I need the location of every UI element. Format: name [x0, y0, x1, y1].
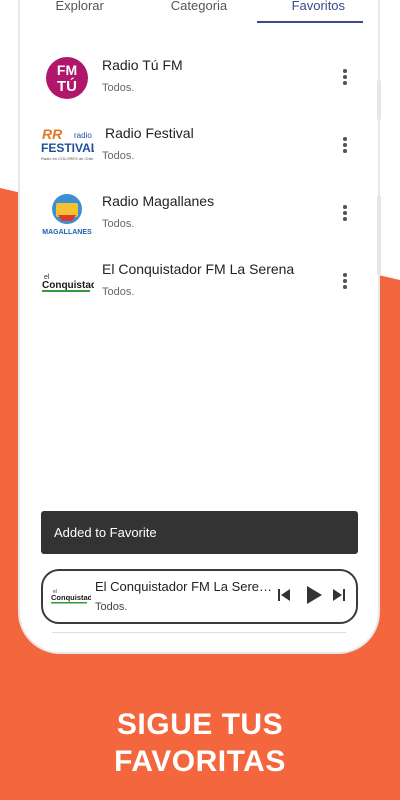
more-options-icon[interactable]	[338, 205, 352, 225]
previous-icon[interactable]	[277, 587, 291, 608]
station-name: Radio Tú FM	[102, 57, 183, 73]
mini-player[interactable]: el Conquistador El Conquistador FM La Se…	[41, 569, 358, 624]
next-icon[interactable]	[332, 587, 346, 608]
svg-text:FM: FM	[57, 62, 77, 78]
svg-text:Conquistador: Conquistador	[42, 280, 94, 291]
svg-text:FESTIVAL: FESTIVAL	[41, 141, 94, 155]
toast-message: Added to Favorite	[41, 511, 358, 554]
svg-text:Conquistador: Conquistador	[51, 593, 91, 602]
station-logo: FM TÚ	[42, 53, 92, 103]
station-name: Radio Magallanes	[102, 193, 215, 209]
station-logo: el Conquistador	[40, 257, 107, 307]
svg-text:MAGALLANES: MAGALLANES	[42, 229, 92, 236]
station-category: Todos.	[102, 82, 135, 94]
player-title: El Conquistador FM La Serena	[95, 579, 273, 594]
svg-text:Radio en COLORES de Chile: Radio en COLORES de Chile	[41, 156, 94, 161]
tab-categoria[interactable]: Categoria	[139, 0, 258, 24]
svg-text:TÚ: TÚ	[57, 77, 77, 95]
list-item[interactable]: el Conquistador El Conquistador FM La Se…	[20, 253, 378, 321]
list-item[interactable]: MAGALLANES Radio Magallanes Todos.	[20, 185, 378, 253]
promo-line-2: FAVORITAS	[114, 745, 286, 778]
player-station-logo: el Conquistador	[49, 581, 100, 613]
phone-side-button	[377, 80, 381, 120]
play-icon[interactable]	[305, 585, 323, 610]
station-name: El Conquistador FM La Serena	[102, 261, 295, 277]
promo-line-1: SIGUE TUS	[116, 708, 284, 741]
more-options-icon[interactable]	[338, 69, 352, 89]
station-category: Todos.	[102, 218, 135, 230]
promo-headline: SIGUE TUS FAVORITAS	[0, 706, 400, 780]
more-options-icon[interactable]	[338, 137, 352, 157]
svg-text:RR: RR	[42, 126, 63, 142]
divider	[52, 632, 346, 633]
station-logo: MAGALLANES	[42, 189, 92, 239]
more-options-icon[interactable]	[338, 273, 352, 293]
tab-indicator	[257, 21, 363, 23]
player-subtitle: Todos.	[95, 601, 128, 613]
station-category: Todos.	[102, 286, 135, 298]
station-category: Todos.	[102, 150, 135, 162]
svg-text:radio: radio	[74, 131, 92, 140]
station-logo: RR radio FESTIVAL Radio en COLORES de Ch…	[40, 121, 98, 171]
station-name: Radio Festival	[105, 125, 194, 141]
phone-side-button	[377, 195, 381, 275]
list-item[interactable]: FM TÚ Radio Tú FM Todos.	[20, 49, 378, 117]
phone-frame: Explorar Categoria Favoritos FM TÚ Radio…	[20, 0, 378, 652]
list-item[interactable]: RR radio FESTIVAL Radio en COLORES de Ch…	[20, 117, 378, 185]
tab-explorar[interactable]: Explorar	[20, 0, 139, 24]
